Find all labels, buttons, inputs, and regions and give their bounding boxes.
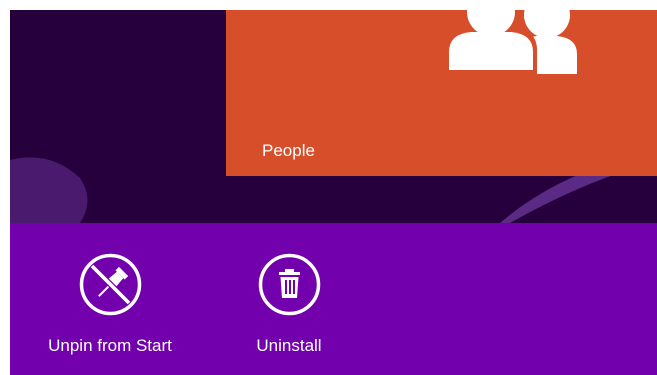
unpin-from-start-button[interactable]: Unpin from Start: [25, 223, 205, 375]
start-screen: People Unpin from Start Uninstall: [0, 0, 657, 375]
start-screen-background: People: [10, 10, 657, 223]
uninstall-label: Uninstall: [256, 336, 322, 355]
uninstall-button[interactable]: Uninstall: [204, 223, 384, 375]
trash-icon: [258, 253, 321, 316]
app-bar: Unpin from Start Uninstall: [10, 223, 657, 375]
people-tile-label: People: [262, 141, 315, 160]
people-tile[interactable]: People: [226, 10, 657, 176]
unpin-icon: [79, 253, 142, 316]
unpin-from-start-label: Unpin from Start: [48, 336, 172, 355]
people-icon: [444, 10, 577, 74]
